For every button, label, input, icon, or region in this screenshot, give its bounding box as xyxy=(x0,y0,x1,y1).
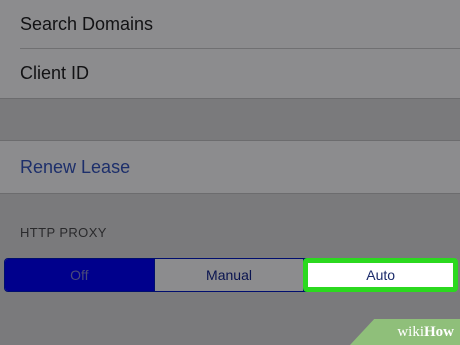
renew-lease-button[interactable]: Renew Lease xyxy=(20,141,130,193)
client-id-row[interactable]: Client ID xyxy=(20,49,460,97)
http-proxy-header: HTTP PROXY xyxy=(20,225,107,240)
search-domains-label: Search Domains xyxy=(20,13,154,34)
wikihow-watermark: wiki How xyxy=(350,319,460,345)
search-domains-row[interactable]: Search Domains xyxy=(20,0,460,49)
proxy-auto-segment[interactable]: Auto xyxy=(303,258,459,292)
client-id-label: Client ID xyxy=(20,62,90,83)
proxy-off-segment[interactable]: Off xyxy=(5,259,154,291)
dhcp-fields-group: Search Domains Client ID xyxy=(0,0,460,99)
proxy-manual-segment[interactable]: Manual xyxy=(153,259,305,291)
watermark-prefix: wiki xyxy=(397,323,424,340)
watermark-suffix: How xyxy=(424,323,454,340)
http-proxy-segmented-control: Off Manual Auto xyxy=(4,258,459,292)
wifi-settings-screen: Search Domains Client ID Renew Lease HTT… xyxy=(0,0,460,345)
renew-lease-group: Renew Lease xyxy=(0,140,460,194)
